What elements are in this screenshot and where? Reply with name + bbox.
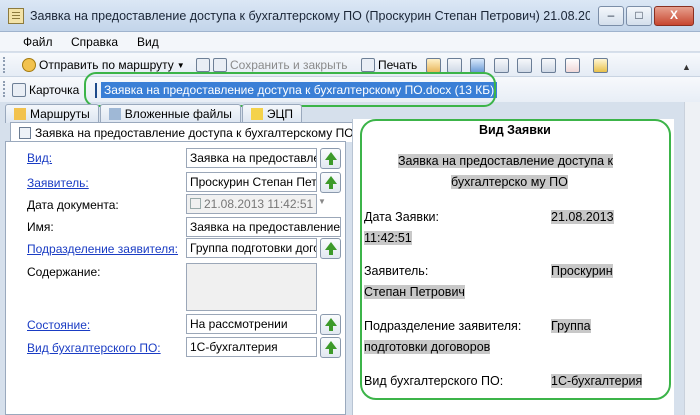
date-checkbox [190,198,201,209]
tab-signature[interactable]: ЭЦП [241,104,303,123]
chevron-down-icon: ▼ [176,60,185,70]
key-icon [250,108,263,120]
department-field[interactable]: Группа подготовки догово [186,238,317,258]
toolbar-grip[interactable] [3,57,6,73]
maximize-button[interactable]: □ [626,6,652,26]
close-button[interactable]: X [654,6,694,26]
tab-signature-label: ЭЦП [266,107,294,121]
type-label[interactable]: Вид: [27,151,52,165]
menu-bar: Файл Справка Вид [0,32,700,52]
save-close-label: Сохранить и закрыть [230,58,348,72]
send-route-button[interactable]: Отправить по маршруту ▼ [22,57,185,73]
window-icon[interactable] [470,58,485,73]
tab-routes[interactable]: Маршруты [5,104,99,123]
department-label[interactable]: Подразделение заявителя: [27,242,178,256]
print-label: Печать [378,58,418,72]
minimize-button[interactable]: – [598,6,624,26]
tab-routes-label: Маршруты [30,107,90,121]
edit-icon[interactable] [426,58,441,73]
card-icon [12,83,26,97]
software-field[interactable]: 1С-бухгалтерия [186,337,317,357]
list-icon[interactable] [517,58,532,73]
save-close-button[interactable]: Сохранить и закрыть [196,57,347,73]
state-label[interactable]: Состояние: [27,318,90,332]
tab-request-form[interactable]: Заявка на предоставление доступа к бухга… [10,122,363,142]
applicant-label[interactable]: Заявитель: [27,176,89,190]
content-textarea[interactable] [186,263,317,311]
print-button[interactable]: Печать [361,57,417,73]
type-open-button[interactable] [320,148,341,169]
toolbar-overflow-icon[interactable]: ▲ [682,62,691,72]
card-label: Карточка [29,83,80,97]
applicant-open-button[interactable] [320,172,341,193]
route-icon [22,58,36,72]
name-field[interactable]: Заявка на предоставление д [186,217,341,237]
date-field: 21.08.2013 11:42:51 [186,194,317,214]
toolbar-grip[interactable] [3,81,6,97]
preview-highlight-annotation [360,119,671,400]
signature-icon[interactable] [593,58,608,73]
state-field[interactable]: На рассмотрении [186,314,317,334]
menu-view[interactable]: Вид [137,35,159,49]
storage-icon[interactable] [541,58,556,73]
tab-attached-files-label: Вложенные файлы [124,107,232,121]
tab-request-form-label: Заявка на предоставление доступа к бухга… [35,125,354,140]
chevron-down-icon: ▼ [318,197,326,206]
content-label: Содержание: [27,265,101,279]
card-button[interactable]: Карточка [12,82,79,98]
pdf-icon[interactable] [565,58,580,73]
tab-attached-files[interactable]: Вложенные файлы [99,104,241,123]
applicant-field[interactable]: Проскурин Степан Петро [186,172,317,192]
date-value: 21.08.2013 11:42:51 [204,197,314,211]
document-icon[interactable] [447,58,462,73]
software-label[interactable]: Вид бухгалтерского ПО: [27,341,161,355]
window-title: Заявка на предоставление доступа к бухга… [30,9,590,23]
tab-strip: Маршруты Вложенные файлы ЭЦП [5,104,303,123]
document-app-icon [8,8,24,24]
preview-scrollbar[interactable] [684,102,700,415]
highlight-annotation [84,72,496,107]
send-route-label: Отправить по маршруту [39,58,174,72]
save-close-icon [213,58,227,72]
calendar-icon[interactable] [494,58,509,73]
type-field[interactable]: Заявка на предоставлен [186,148,317,168]
department-open-button[interactable] [320,238,341,259]
menu-help[interactable]: Справка [71,35,118,49]
paperclip-icon [108,108,121,120]
date-label: Дата документа: [27,198,119,212]
route-icon [14,108,26,120]
save-icon [196,58,210,72]
form-icon [19,126,31,139]
name-label: Имя: [27,220,54,234]
printer-icon [361,58,375,72]
title-bar: Заявка на предоставление доступа к бухга… [0,0,700,32]
software-open-button[interactable] [320,337,341,358]
menu-file[interactable]: Файл [23,35,53,49]
state-open-button[interactable] [320,314,341,335]
